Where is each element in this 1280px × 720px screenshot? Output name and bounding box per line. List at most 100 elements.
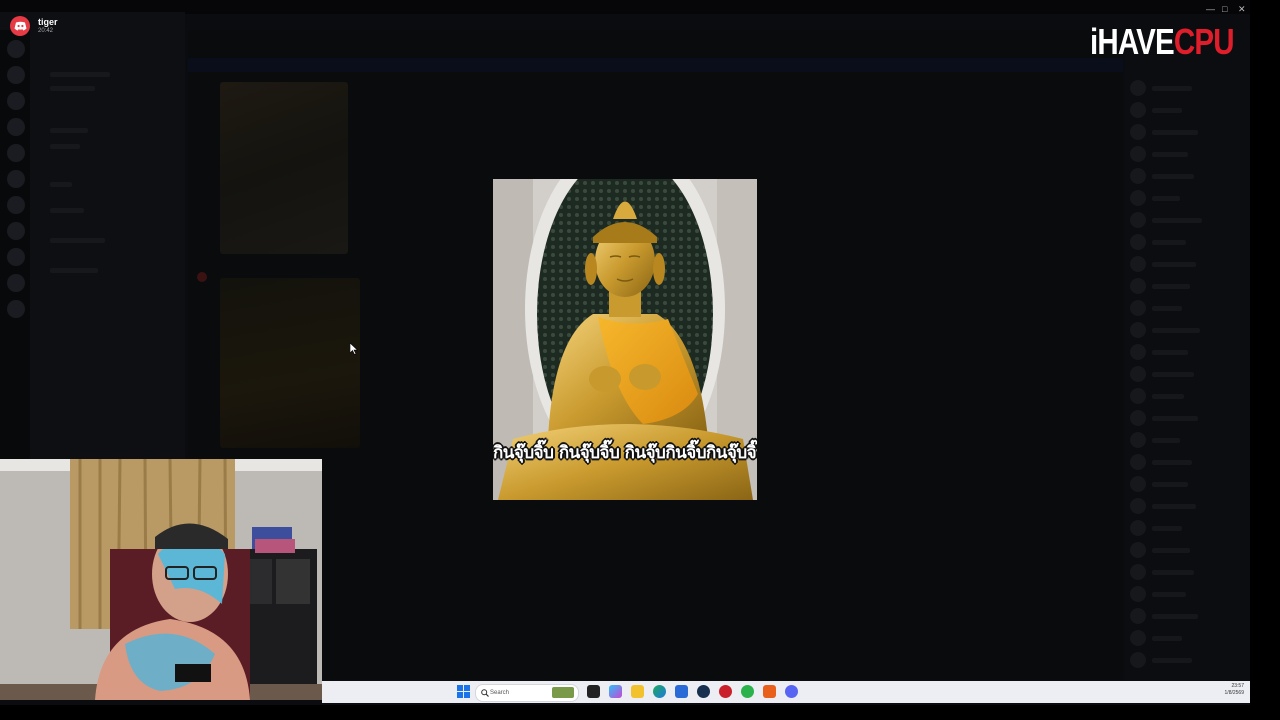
avatar[interactable]	[1130, 520, 1146, 536]
server-icon[interactable]	[7, 248, 25, 266]
close-icon[interactable]: ✕	[1238, 4, 1246, 15]
brand-watermark: iHAVECPU	[1090, 21, 1235, 62]
brand-part-2: CPU	[1173, 21, 1235, 62]
member-name[interactable]	[1152, 152, 1188, 157]
avatar[interactable]	[1130, 432, 1146, 448]
avatar[interactable]	[1130, 498, 1146, 514]
discord-icon[interactable]	[785, 685, 798, 698]
edge-icon[interactable]	[653, 685, 666, 698]
member-name[interactable]	[1152, 350, 1188, 355]
avatar[interactable]	[197, 272, 207, 282]
avatar[interactable]	[1130, 388, 1146, 404]
avatar[interactable]	[1130, 586, 1146, 602]
member-name[interactable]	[1152, 284, 1190, 289]
copilot-icon[interactable]	[609, 685, 622, 698]
file-explorer-icon[interactable]	[631, 685, 644, 698]
window-title-bar	[0, 0, 1250, 14]
avatar[interactable]	[1130, 278, 1146, 294]
avatar[interactable]	[1130, 454, 1146, 470]
avatar[interactable]	[1130, 234, 1146, 250]
avatar[interactable]	[1130, 366, 1146, 382]
channel-item[interactable]	[50, 144, 80, 149]
store-icon[interactable]	[675, 685, 688, 698]
member-name[interactable]	[1152, 130, 1198, 135]
member-name[interactable]	[1152, 548, 1190, 553]
server-icon[interactable]	[7, 40, 25, 58]
avatar[interactable]	[1130, 146, 1146, 162]
member-name[interactable]	[1152, 636, 1182, 641]
avatar[interactable]	[1130, 256, 1146, 272]
member-name[interactable]	[1152, 482, 1188, 487]
server-icon[interactable]	[7, 92, 25, 110]
member-name[interactable]	[1152, 658, 1192, 663]
channel-item[interactable]	[50, 128, 88, 133]
steam-icon[interactable]	[697, 685, 710, 698]
avatar[interactable]	[1130, 608, 1146, 624]
member-name[interactable]	[1152, 240, 1186, 245]
system-tray-clock[interactable]: 23:57 1/8/2569	[1225, 683, 1244, 697]
member-name[interactable]	[1152, 328, 1200, 333]
server-icon[interactable]	[7, 274, 25, 292]
avatar[interactable]	[1130, 322, 1146, 338]
start-icon[interactable]	[457, 685, 470, 698]
task-view-icon[interactable]	[587, 685, 600, 698]
member-name[interactable]	[1152, 570, 1194, 575]
member-name[interactable]	[1152, 526, 1182, 531]
discord-notification[interactable]: tiger 20:42	[10, 16, 58, 36]
avatar[interactable]	[1130, 344, 1146, 360]
member-name[interactable]	[1152, 262, 1196, 267]
search-label: Search	[490, 690, 510, 696]
chat-image-attachment[interactable]	[220, 82, 348, 254]
avatar[interactable]	[1130, 410, 1146, 426]
server-icon[interactable]	[7, 170, 25, 188]
app-icon[interactable]	[763, 685, 776, 698]
channel-item[interactable]	[50, 208, 84, 213]
channel-item[interactable]	[50, 268, 98, 273]
avatar[interactable]	[1130, 124, 1146, 140]
avatar[interactable]	[1130, 212, 1146, 228]
member-name[interactable]	[1152, 416, 1198, 421]
image-viewer[interactable]: กินจุ๊บจิ๊บ กินจุ๊บจิ๊บ กินจุ๊บกินจิ๊บกิ…	[493, 179, 757, 500]
server-icon[interactable]	[7, 66, 25, 84]
member-name[interactable]	[1152, 438, 1180, 443]
member-name[interactable]	[1152, 218, 1202, 223]
server-icon[interactable]	[7, 144, 25, 162]
minimize-icon[interactable]: —	[1206, 4, 1215, 14]
member-name[interactable]	[1152, 394, 1184, 399]
avatar[interactable]	[1130, 652, 1146, 668]
channel-item[interactable]	[50, 238, 105, 243]
member-name[interactable]	[1152, 592, 1186, 597]
member-name[interactable]	[1152, 174, 1194, 179]
chat-image-attachment[interactable]	[220, 278, 360, 448]
avatar[interactable]	[1130, 102, 1146, 118]
avatar[interactable]	[1130, 630, 1146, 646]
member-name[interactable]	[1152, 108, 1182, 113]
channel-item[interactable]	[50, 182, 72, 187]
channel-item[interactable]	[50, 86, 95, 91]
notification-time: 20:42	[38, 28, 54, 34]
app-icon[interactable]	[719, 685, 732, 698]
server-icon[interactable]	[7, 118, 25, 136]
avatar[interactable]	[1130, 168, 1146, 184]
server-icon[interactable]	[7, 222, 25, 240]
app-icon[interactable]	[741, 685, 754, 698]
channel-item[interactable]	[50, 72, 110, 77]
member-name[interactable]	[1152, 196, 1180, 201]
avatar[interactable]	[1130, 542, 1146, 558]
member-name[interactable]	[1152, 86, 1192, 91]
member-name[interactable]	[1152, 614, 1198, 619]
member-name[interactable]	[1152, 460, 1192, 465]
avatar[interactable]	[1130, 190, 1146, 206]
avatar[interactable]	[1130, 80, 1146, 96]
member-name[interactable]	[1152, 306, 1182, 311]
member-name[interactable]	[1152, 372, 1194, 377]
maximize-icon[interactable]: □	[1222, 4, 1227, 14]
search-input[interactable]: Search	[475, 684, 579, 702]
server-icon[interactable]	[7, 300, 25, 318]
server-icon[interactable]	[7, 196, 25, 214]
avatar[interactable]	[1130, 564, 1146, 580]
member-name[interactable]	[1152, 504, 1196, 509]
windows-taskbar: Search 23:57 1/8/2569	[322, 681, 1250, 703]
avatar[interactable]	[1130, 300, 1146, 316]
avatar[interactable]	[1130, 476, 1146, 492]
